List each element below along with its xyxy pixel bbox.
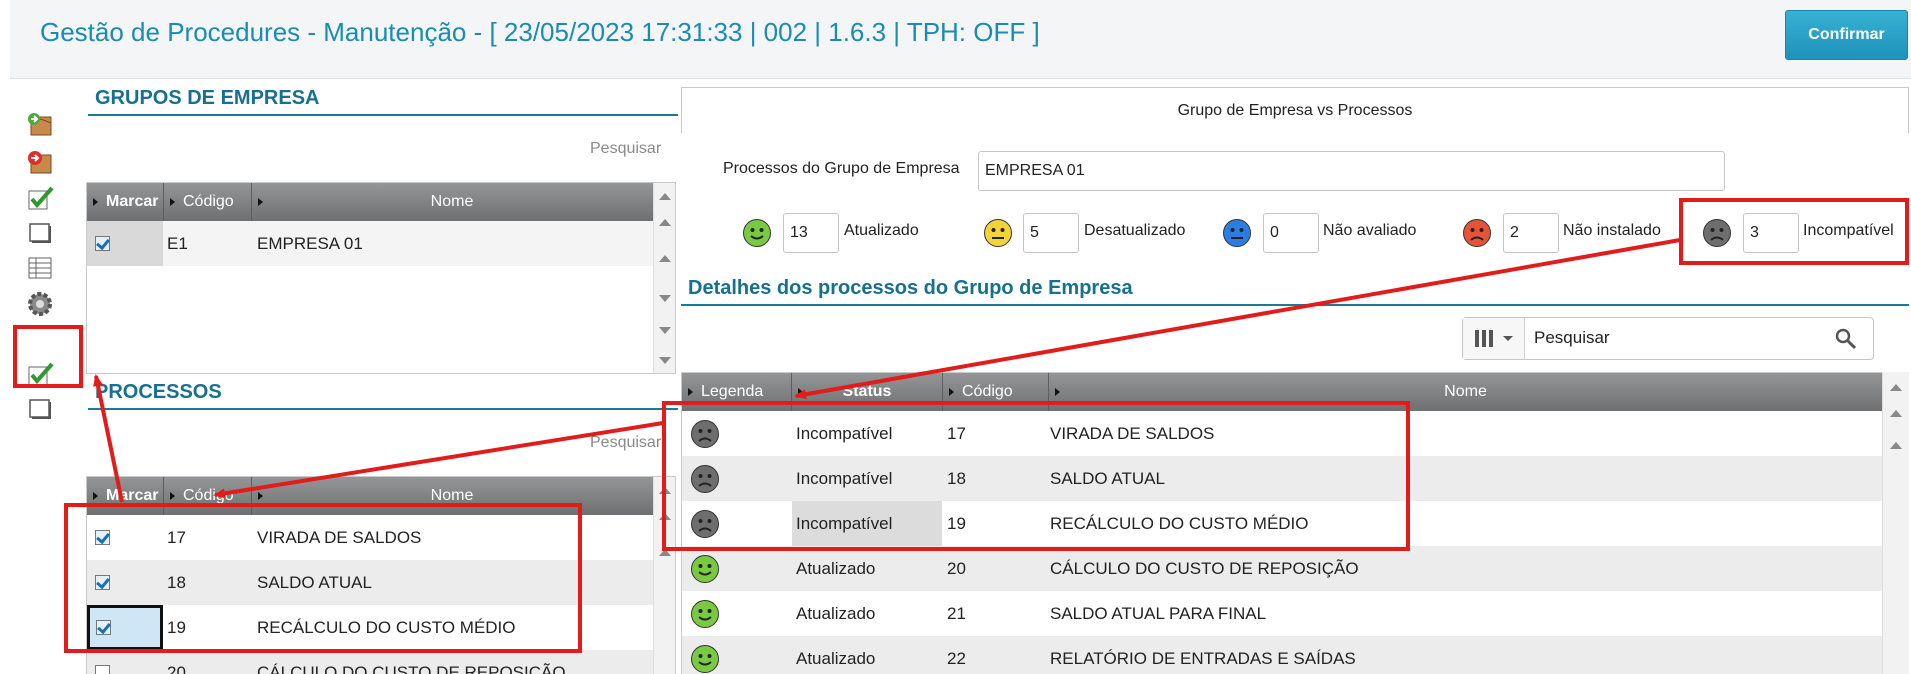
annotation-arrows <box>93 238 1681 503</box>
